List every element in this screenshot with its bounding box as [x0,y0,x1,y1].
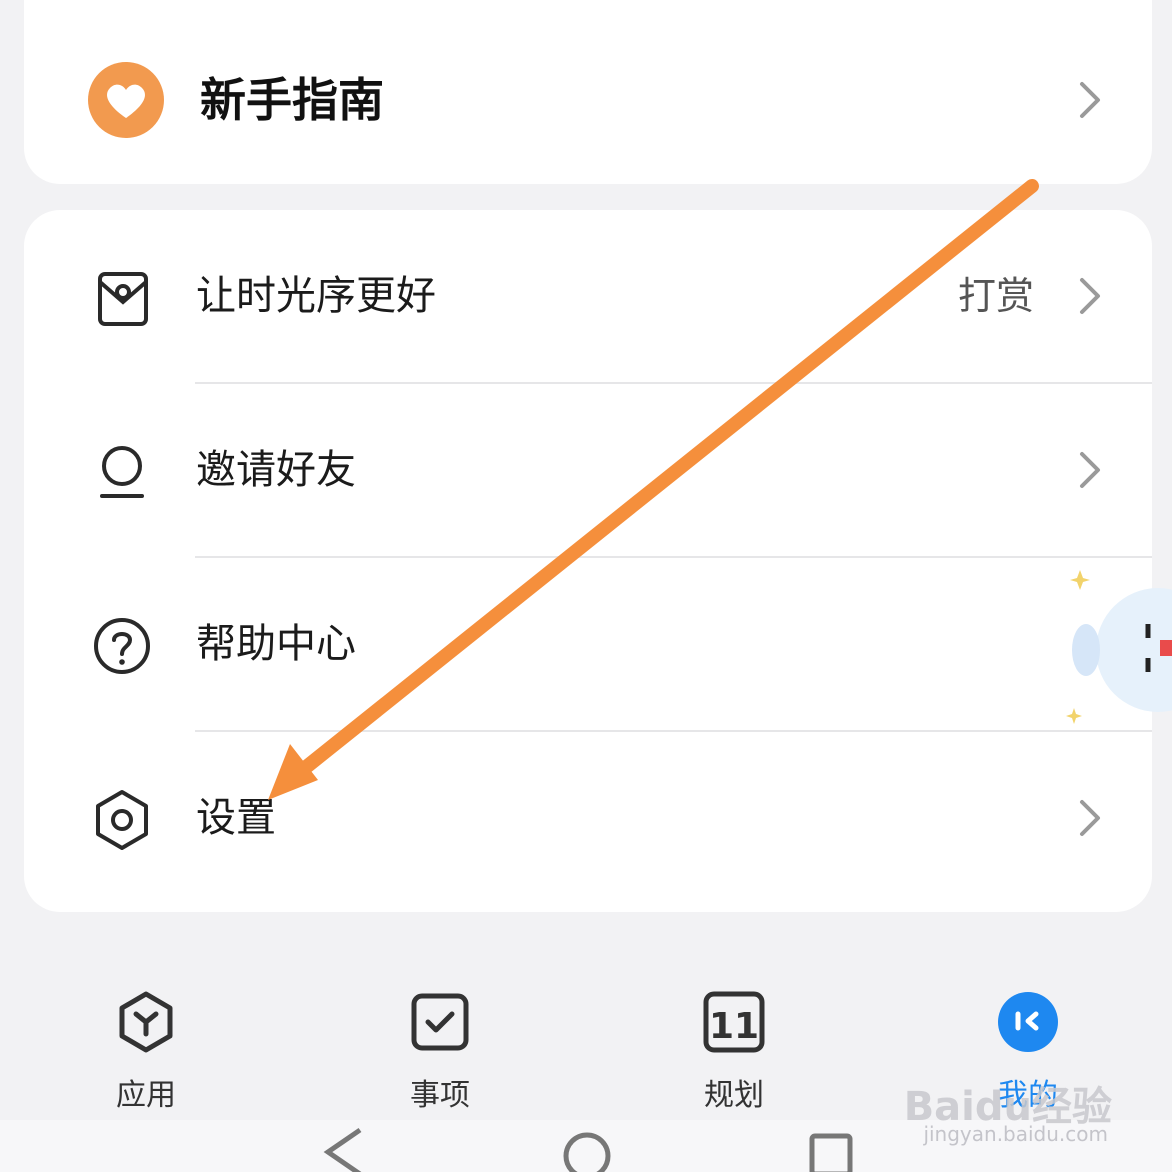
tab-apps[interactable]: 应用 [46,960,246,1120]
apps-hexagon-icon [119,991,173,1053]
tab-tasks[interactable]: 事项 [340,960,540,1120]
tab-label: 事项 [410,1078,470,1113]
svg-text:11: 11 [709,1006,759,1047]
home-icon[interactable] [562,1126,612,1172]
tab-plan[interactable]: 11 规划 [634,960,834,1120]
tab-label: 应用 [116,1078,176,1113]
watermark-sub: jingyan.baidu.com [923,1122,1108,1146]
calendar-11-icon: 11 [703,991,765,1053]
profile-circle-icon [998,992,1058,1052]
recents-icon[interactable] [806,1126,856,1172]
tab-label: 规划 [704,1078,764,1113]
checkbox-icon [411,993,469,1051]
back-icon[interactable] [320,1126,370,1172]
